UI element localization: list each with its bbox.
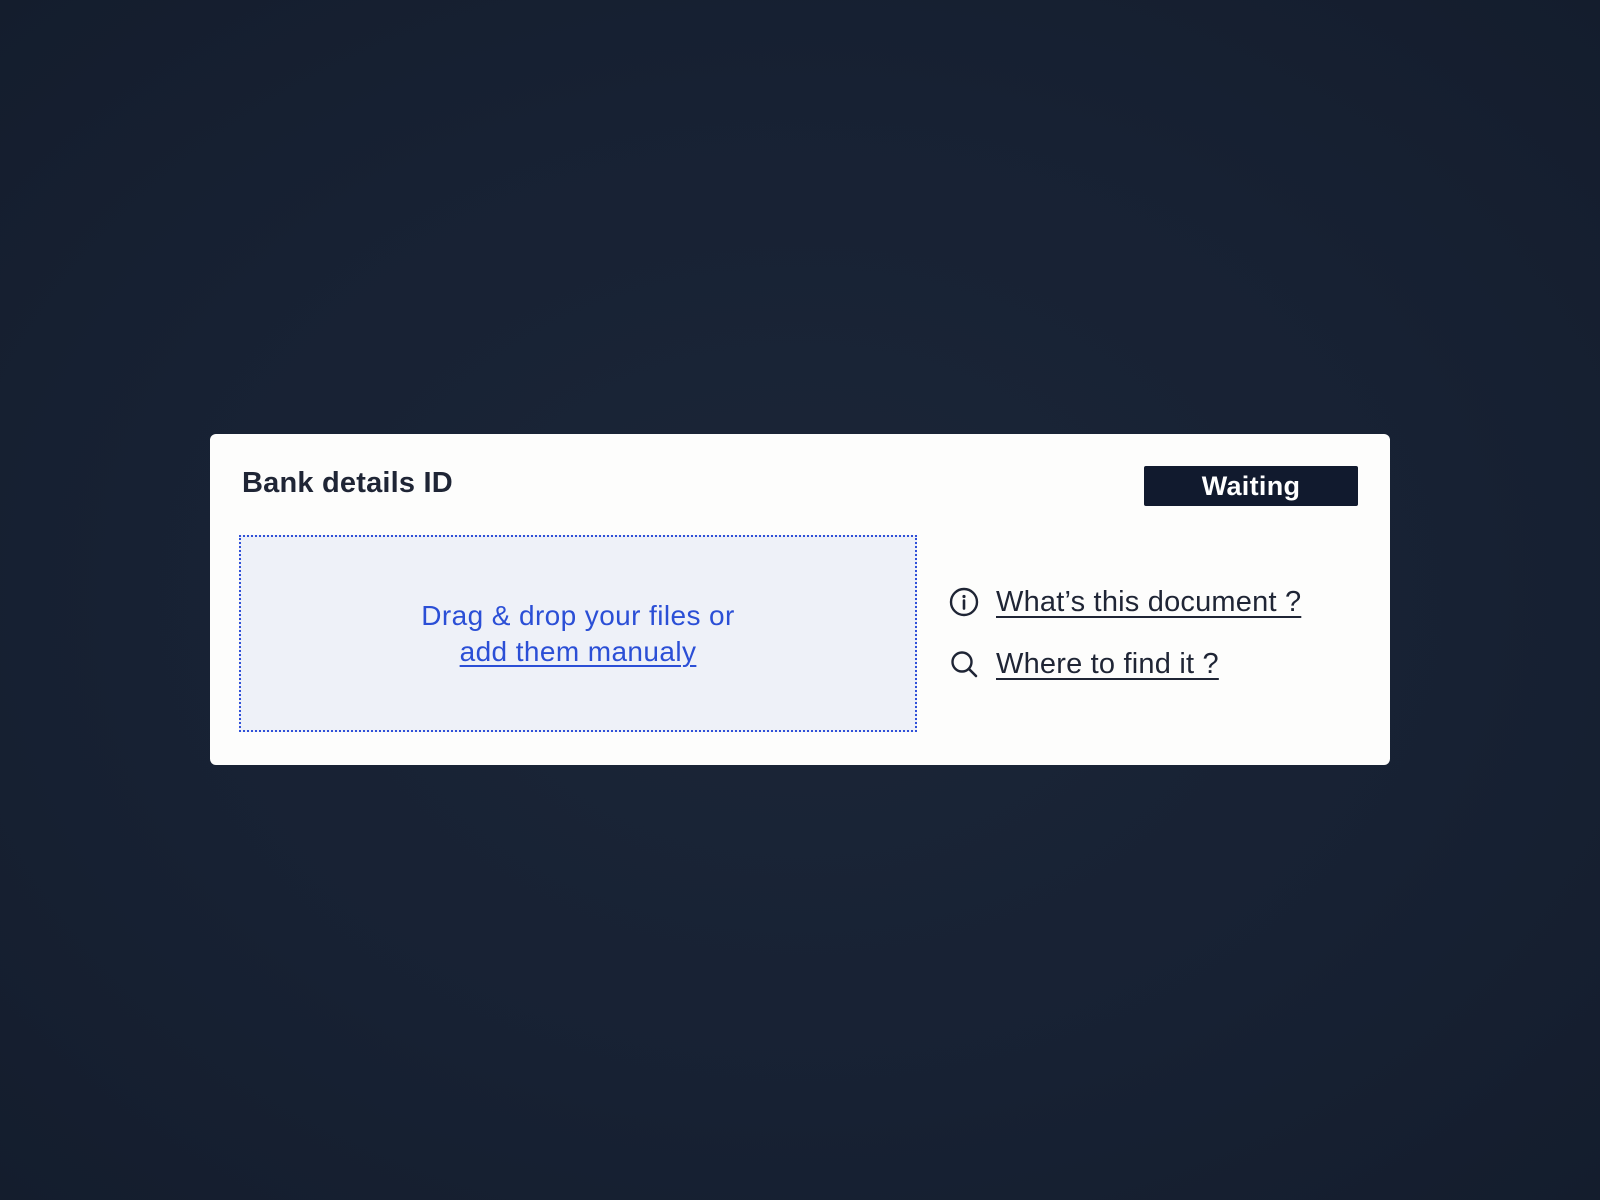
dropzone-prompt: Drag & drop your files or bbox=[421, 599, 735, 631]
page-background: Bank details ID Waiting Drag & drop your… bbox=[0, 0, 1600, 1200]
search-icon bbox=[948, 648, 980, 680]
where-to-find-link[interactable]: Where to find it ? bbox=[948, 644, 1301, 684]
help-links: What’s this document ? Where to find it … bbox=[948, 582, 1301, 706]
document-card: Bank details ID Waiting Drag & drop your… bbox=[210, 434, 1390, 765]
add-files-manually-link[interactable]: add them manualy bbox=[460, 634, 697, 670]
file-dropzone[interactable]: Drag & drop your files or add them manua… bbox=[239, 535, 917, 732]
card-title: Bank details ID bbox=[242, 467, 453, 499]
info-icon bbox=[948, 586, 980, 618]
status-badge: Waiting bbox=[1144, 466, 1358, 506]
help-item-label[interactable]: What’s this document ? bbox=[996, 586, 1301, 619]
whats-this-document-link[interactable]: What’s this document ? bbox=[948, 582, 1301, 622]
help-item-label[interactable]: Where to find it ? bbox=[996, 648, 1219, 681]
